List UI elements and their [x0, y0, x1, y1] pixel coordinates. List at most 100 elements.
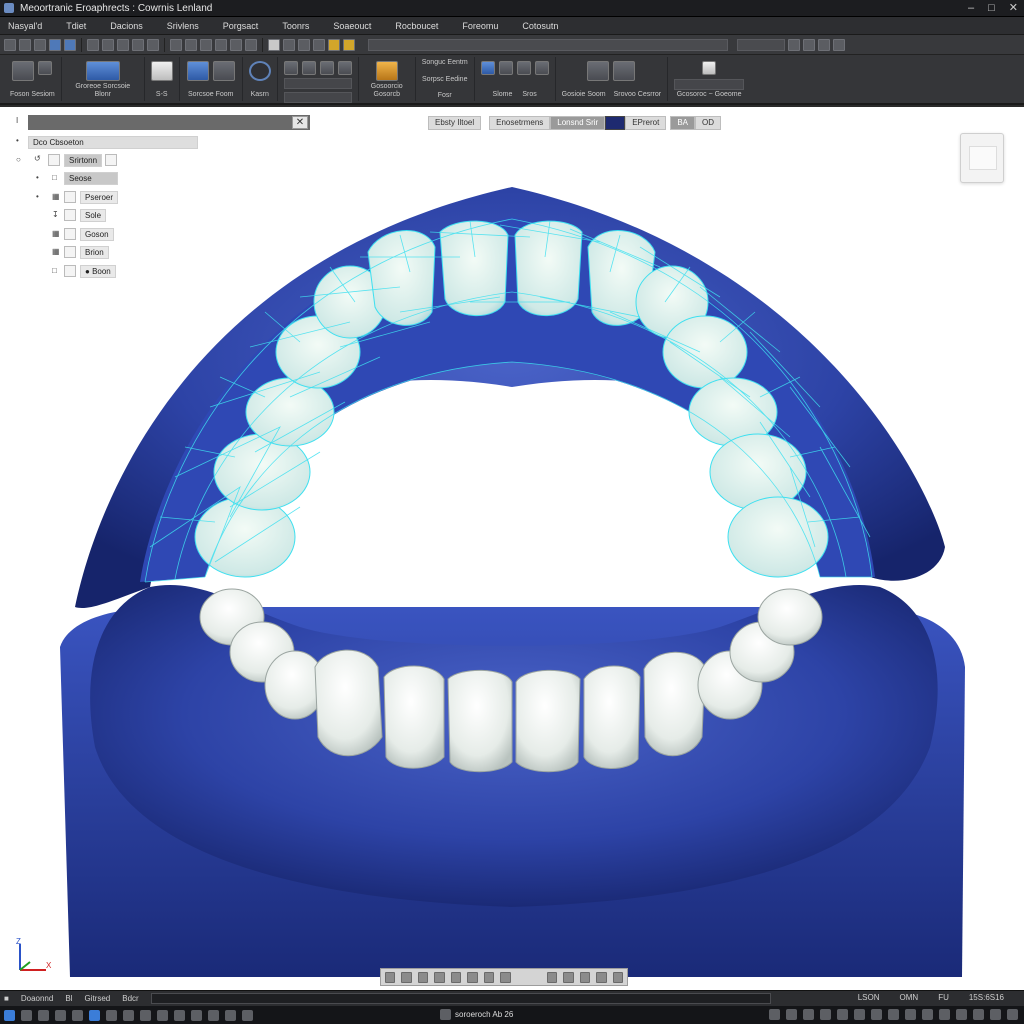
- align-icon[interactable]: [301, 61, 316, 75]
- print-icon[interactable]: [132, 38, 144, 51]
- user-icon[interactable]: [803, 38, 815, 51]
- tree-item[interactable]: ● Boon: [64, 264, 116, 278]
- tray-icon[interactable]: [1007, 1009, 1018, 1020]
- tree-search-bar[interactable]: [28, 115, 310, 130]
- tree-item[interactable]: Goson: [64, 227, 114, 241]
- scale-icon[interactable]: [215, 38, 227, 51]
- tray-icon[interactable]: [854, 1009, 865, 1020]
- tray-icon[interactable]: [905, 1009, 916, 1020]
- edit-icon[interactable]: [105, 154, 118, 166]
- tree-refresh-icon[interactable]: ↺: [34, 154, 41, 163]
- measure-icon[interactable]: [230, 38, 242, 51]
- rotate-icon[interactable]: [200, 38, 212, 51]
- import-model-icon[interactable]: [85, 61, 120, 81]
- chevron-down-icon[interactable]: [483, 971, 495, 983]
- tab-lonsnd[interactable]: Lonsnd Srir: [550, 116, 606, 130]
- smooth-icon[interactable]: [613, 61, 636, 81]
- tray-icon[interactable]: [973, 1009, 984, 1020]
- maximize-icon[interactable]: □: [988, 2, 995, 14]
- mesh-icon[interactable]: [587, 61, 610, 81]
- select-icon[interactable]: [170, 38, 182, 51]
- pencil-icon[interactable]: [245, 38, 257, 51]
- orbit-icon[interactable]: [385, 971, 396, 983]
- new-file-icon[interactable]: [4, 38, 16, 51]
- tab-view[interactable]: Ebsty Iltoel: [428, 116, 482, 130]
- shape-icon[interactable]: [480, 61, 495, 75]
- tab-ba[interactable]: BA: [670, 116, 695, 130]
- tray-icon[interactable]: [786, 1009, 797, 1020]
- grid-tool-icon[interactable]: [283, 61, 298, 75]
- heart-icon[interactable]: [467, 971, 478, 983]
- array-icon[interactable]: [337, 61, 352, 75]
- tray-icon[interactable]: [922, 1009, 933, 1020]
- tray-icon[interactable]: [803, 1009, 814, 1020]
- output-field[interactable]: [674, 79, 745, 90]
- taskbar-app-icon[interactable]: [242, 1009, 253, 1021]
- minimize-icon[interactable]: –: [968, 2, 974, 14]
- tray-icon[interactable]: [820, 1009, 831, 1020]
- light-icon[interactable]: [313, 38, 325, 51]
- taskbar-app-icon[interactable]: [106, 1009, 117, 1021]
- tab-preview[interactable]: EPrerot: [625, 116, 667, 130]
- open-icon[interactable]: [19, 38, 31, 51]
- measure-icon[interactable]: [500, 971, 511, 983]
- tab-environments[interactable]: Enosetrmens: [489, 116, 551, 130]
- zoom-fit-icon[interactable]: [450, 971, 462, 983]
- tray-icon[interactable]: [769, 1009, 780, 1020]
- status-mode[interactable]: LSON: [858, 993, 880, 1002]
- menu-actions[interactable]: Dacions: [108, 21, 165, 31]
- zoom-icon[interactable]: [434, 971, 445, 983]
- layers-icon[interactable]: [298, 38, 310, 51]
- tree-item[interactable]: Pseroer: [64, 190, 119, 204]
- menu-services[interactable]: Srivlens: [165, 21, 221, 31]
- taskbar-app-icon[interactable]: [208, 1009, 219, 1021]
- taskbar-app-icon[interactable]: [157, 1009, 168, 1021]
- move-icon[interactable]: [185, 38, 197, 51]
- search-input[interactable]: [737, 38, 785, 51]
- cut-icon[interactable]: [87, 38, 99, 51]
- status-snap[interactable]: OMN: [900, 993, 919, 1002]
- taskbar-app-icon[interactable]: [38, 1009, 49, 1021]
- parameter-field[interactable]: [283, 78, 352, 89]
- session-icon[interactable]: [12, 61, 35, 81]
- dental-model[interactable]: [0, 107, 1024, 990]
- tree-root[interactable]: Dco Cbsoeton: [28, 135, 198, 149]
- taskbar-app-icon[interactable]: [140, 1009, 151, 1021]
- tree-group[interactable]: Srirtonn: [48, 153, 121, 167]
- copy-icon[interactable]: [102, 38, 114, 51]
- grid-view-icon[interactable]: [546, 971, 558, 983]
- form-icon[interactable]: [186, 61, 209, 81]
- taskbar-app-icon[interactable]: [21, 1009, 32, 1021]
- tree-close-button[interactable]: ✕: [292, 116, 308, 129]
- view-cube-face[interactable]: [969, 146, 997, 170]
- parameter-field[interactable]: [283, 92, 352, 103]
- status-fu[interactable]: FU: [938, 993, 949, 1002]
- menu-select[interactable]: Soaeouct: [331, 21, 393, 31]
- tray-icon[interactable]: [956, 1009, 967, 1020]
- template-icon[interactable]: [212, 61, 235, 81]
- menu-robot[interactable]: Rocboucet: [393, 21, 460, 31]
- grid-icon[interactable]: [147, 38, 159, 51]
- undo-icon[interactable]: [49, 38, 61, 51]
- tree-toggle[interactable]: I: [16, 116, 18, 125]
- taskbar-active-app[interactable]: soroeroch Ab 26: [440, 1009, 513, 1020]
- blank-sheet-icon[interactable]: [150, 61, 173, 81]
- menu-format[interactable]: Foreomu: [460, 21, 520, 31]
- tray-icon[interactable]: [871, 1009, 882, 1020]
- taskbar-app-icon[interactable]: [191, 1009, 202, 1021]
- pan-icon[interactable]: [417, 971, 429, 983]
- snap-point-icon[interactable]: [283, 38, 295, 51]
- export-icon[interactable]: [702, 61, 717, 75]
- bulb-icon[interactable]: [328, 38, 340, 51]
- 3d-viewport[interactable]: I ✕ Dco Cbsoeton • ○ ↺ Srirtonn • □ Seos…: [0, 107, 1024, 990]
- cylinder-icon[interactable]: [516, 61, 531, 75]
- view-cube[interactable]: [960, 133, 1004, 183]
- close-icon[interactable]: ✕: [1009, 2, 1018, 14]
- save-icon[interactable]: [34, 38, 46, 51]
- taskbar-app-icon[interactable]: [174, 1009, 185, 1021]
- taskbar-app-icon[interactable]: [72, 1009, 83, 1021]
- search-icon[interactable]: [788, 38, 800, 51]
- settings-icon[interactable]: [833, 38, 845, 51]
- cone-icon[interactable]: [534, 61, 549, 75]
- cube-icon[interactable]: [498, 61, 513, 75]
